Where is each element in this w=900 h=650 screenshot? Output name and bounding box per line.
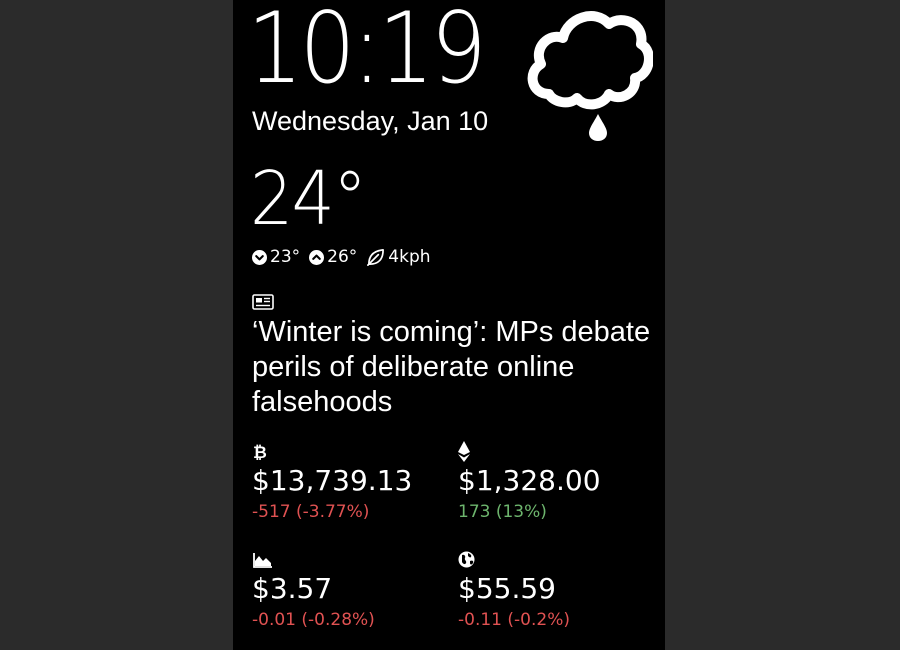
- svg-text:₿: ₿: [253, 443, 267, 462]
- ticker-ethereum: $1,328.00 173 (13%): [458, 441, 648, 532]
- weather-stats: 23° 26° 4kph: [252, 246, 440, 268]
- news-headline[interactable]: ‘Winter is coming’: MPs debate perils of…: [252, 315, 652, 420]
- ethereum-icon: [458, 441, 470, 462]
- bitcoin-icon: ₿: [253, 443, 267, 462]
- ticker-price: $13,739.13: [252, 464, 413, 497]
- leaf-icon: [367, 248, 385, 266]
- temp-high: 26°: [309, 247, 357, 267]
- clock-date: Wednesday, Jan 10: [252, 106, 489, 136]
- ticker-price: $1,328.00: [458, 464, 601, 497]
- temp-low: 23°: [252, 247, 300, 267]
- clock-time: 10:19: [247, 0, 487, 106]
- temp-low-value: 23°: [270, 247, 301, 267]
- cloud-rain-icon: [527, 11, 653, 141]
- current-temperature: 24°: [250, 156, 367, 242]
- chevron-down-circle-icon: [252, 249, 267, 265]
- ticker-price: $3.57: [252, 572, 333, 605]
- temp-high-value: 26°: [327, 247, 358, 267]
- chevron-up-circle-icon: [309, 249, 325, 265]
- wind-speed-value: 4kph: [388, 247, 431, 267]
- newspaper-icon: [252, 294, 274, 310]
- ticker-change: -517 (-3.77%): [252, 502, 370, 522]
- ticker-change: -0.01 (-0.28%): [252, 610, 375, 630]
- dashboard-screen: 10:19 Wednesday, Jan 10 24° 23° 26° 4kph…: [233, 0, 665, 650]
- ticker-stock-1: $3.57 -0.01 (-0.28%): [252, 550, 442, 640]
- ticker-price: $55.59: [458, 572, 556, 605]
- ticker-change: 173 (13%): [458, 502, 547, 522]
- ticker-bitcoin: ₿ $13,739.13 -517 (-3.77%): [252, 442, 442, 532]
- area-chart-icon: [253, 553, 272, 568]
- globe-icon: [458, 551, 475, 568]
- ticker-change: -0.11 (-0.2%): [458, 610, 570, 630]
- ticker-stock-2: $55.59 -0.11 (-0.2%): [458, 550, 648, 640]
- wind-speed: 4kph: [366, 247, 431, 267]
